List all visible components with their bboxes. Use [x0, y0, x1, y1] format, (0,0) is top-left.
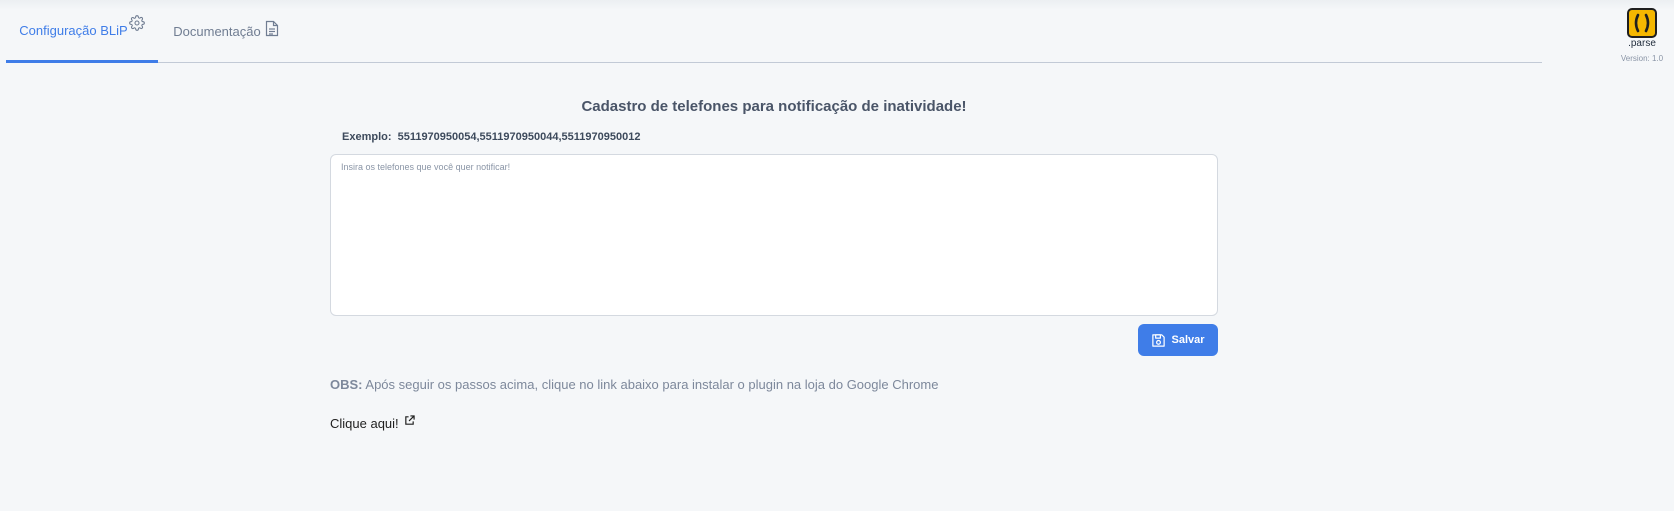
floppy-disk-icon	[1151, 333, 1166, 348]
obs-label: OBS:	[330, 377, 363, 392]
brand: .parse Version: 1.0	[1612, 6, 1672, 63]
tab-label: Documentação	[173, 24, 261, 39]
parse-logo-icon	[1625, 6, 1659, 40]
document-icon	[265, 20, 279, 37]
tab-label: Configuração BLiP	[19, 22, 128, 38]
brand-name: .parse	[1628, 38, 1656, 49]
obs-text: Após seguir os passos acima, clique no l…	[365, 377, 939, 392]
link-label: Clique aqui!	[330, 416, 399, 431]
example-value: 5511970950054,5511970950044,551197095001…	[397, 131, 641, 143]
save-label: Salvar	[1171, 334, 1205, 346]
version-label: Version: 1.0	[1620, 54, 1664, 63]
page-title: Cadastro de telefones para notificação d…	[581, 98, 967, 115]
phones-textarea[interactable]	[330, 154, 1218, 316]
external-link-icon	[404, 415, 415, 426]
install-plugin-link[interactable]: Clique aqui!	[330, 415, 415, 431]
tab-bar: Configuração BLiP Documentação	[6, 0, 1542, 63]
example-label: Exemplo:	[342, 131, 392, 143]
example-text: Exemplo: 5511970950054,5511970950044,551…	[342, 131, 640, 143]
tab-configuracao-blip[interactable]: Configuração BLiP	[6, 0, 158, 63]
obs-note: OBS: Após seguir os passos acima, clique…	[330, 377, 938, 392]
tab-documentacao[interactable]: Documentação	[158, 0, 294, 63]
save-button[interactable]: Salvar	[1138, 324, 1218, 356]
gear-icon	[128, 15, 145, 31]
